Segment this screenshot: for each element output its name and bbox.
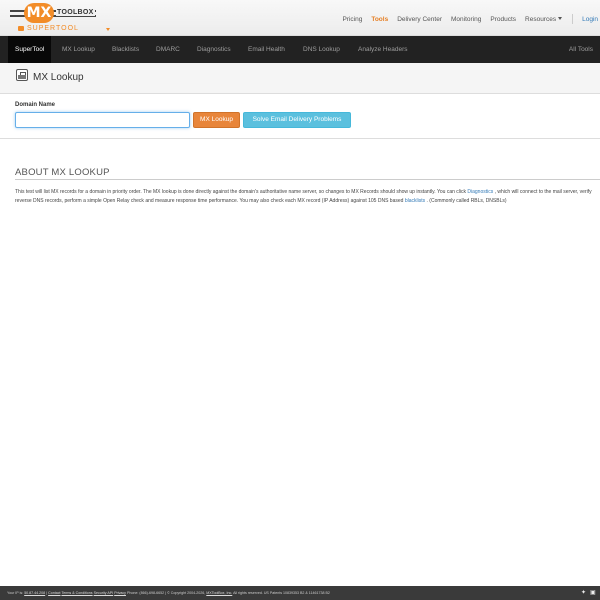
footer-ip-link[interactable]: 50.87.44.208 bbox=[24, 591, 45, 595]
about-description: This test will list MX records for a dom… bbox=[15, 188, 598, 206]
mx-lookup-button[interactable]: MX Lookup bbox=[193, 112, 240, 128]
page-title-bar: MX Lookup bbox=[0, 63, 600, 94]
nav-products[interactable]: Products bbox=[490, 16, 516, 23]
footer-copyright: © Copyright 2004-2026, bbox=[167, 591, 207, 595]
top-header: MX TOOLBOX SUPERTOOL Pricing Tools Deliv… bbox=[0, 0, 600, 36]
tab-mx-lookup[interactable]: MX Lookup bbox=[55, 36, 102, 63]
briefcase-icon bbox=[18, 26, 24, 31]
tool-tab-bar: SuperTool MX Lookup Blacklists DMARC Dia… bbox=[0, 36, 600, 63]
blacklists-link[interactable]: blacklists bbox=[405, 198, 425, 204]
top-nav: Pricing Tools Delivery Center Monitoring… bbox=[333, 14, 598, 24]
domain-name-label: Domain Name bbox=[15, 102, 56, 108]
domain-name-input[interactable] bbox=[15, 112, 190, 128]
tab-dmarc[interactable]: DMARC bbox=[149, 36, 187, 63]
footer-terms-link[interactable]: Terms & Conditions bbox=[61, 591, 92, 595]
about-divider bbox=[15, 179, 600, 180]
linkedin-icon[interactable]: ▣ bbox=[590, 590, 596, 596]
nav-pricing[interactable]: Pricing bbox=[342, 16, 362, 23]
solve-email-delivery-button[interactable]: Solve Email Delivery Problems bbox=[243, 112, 351, 128]
lookup-form: Domain Name MX Lookup Solve Email Delive… bbox=[0, 94, 600, 139]
nav-resources-label: Resources bbox=[525, 15, 557, 23]
tab-blacklists[interactable]: Blacklists bbox=[105, 36, 146, 63]
tab-email-health[interactable]: Email Health bbox=[241, 36, 292, 63]
supertool-label: SUPERTOOL bbox=[27, 25, 79, 32]
nav-delivery-center[interactable]: Delivery Center bbox=[397, 16, 442, 23]
nav-monitoring[interactable]: Monitoring bbox=[451, 16, 481, 23]
toolbox-icon bbox=[16, 69, 28, 81]
nav-divider bbox=[572, 14, 574, 24]
supertool-menu[interactable]: SUPERTOOL bbox=[18, 25, 79, 32]
page-title: MX Lookup bbox=[33, 72, 84, 83]
footer-ip-label: Your IP is: bbox=[7, 591, 25, 595]
tab-diagnostics[interactable]: Diagnostics bbox=[190, 36, 238, 63]
twitter-icon[interactable]: ✦ bbox=[581, 590, 587, 596]
login-link[interactable]: Login bbox=[582, 16, 598, 23]
chevron-down-icon[interactable] bbox=[106, 28, 110, 31]
mxtoolbox-logo[interactable]: MX TOOLBOX bbox=[10, 3, 100, 23]
nav-resources[interactable]: Resources bbox=[525, 15, 563, 23]
tab-supertool[interactable]: SuperTool bbox=[8, 36, 52, 63]
diagnostics-link[interactable]: Diagnostics bbox=[467, 189, 493, 195]
logo-badge: MX TOOLBOX bbox=[10, 3, 96, 23]
footer-company-link[interactable]: MXToolBox, Inc. bbox=[206, 591, 232, 595]
footer-privacy-link[interactable]: Privacy bbox=[114, 591, 126, 595]
footer-social: ✦ ▣ bbox=[581, 590, 596, 596]
tab-analyze-headers[interactable]: Analyze Headers bbox=[351, 36, 415, 63]
footer-phone: Phone: (866)-698-6652 | bbox=[125, 591, 168, 595]
footer-rights: All rights reserved. US Patents 10839353… bbox=[232, 591, 330, 595]
footer-security-api-link[interactable]: Security API bbox=[94, 591, 114, 595]
about-heading: ABOUT MX LOOKUP bbox=[15, 167, 110, 178]
footer-contact-link[interactable]: Contact bbox=[48, 591, 60, 595]
tab-dns-lookup[interactable]: DNS Lookup bbox=[296, 36, 347, 63]
nav-tools[interactable]: Tools bbox=[371, 16, 388, 23]
caret-down-icon bbox=[558, 17, 563, 21]
page-footer: Your IP is: 50.87.44.208 | Contact Terms… bbox=[0, 586, 600, 600]
logo-mx-mark: MX bbox=[24, 3, 54, 23]
all-tools-link[interactable]: All Tools bbox=[562, 36, 600, 63]
about-text-1: This test will list MX records for a dom… bbox=[15, 189, 468, 195]
about-text-3: . (Commonly called RBLs, DNSBLs) bbox=[425, 198, 507, 204]
logo-toolbox-text: TOOLBOX bbox=[56, 9, 95, 16]
